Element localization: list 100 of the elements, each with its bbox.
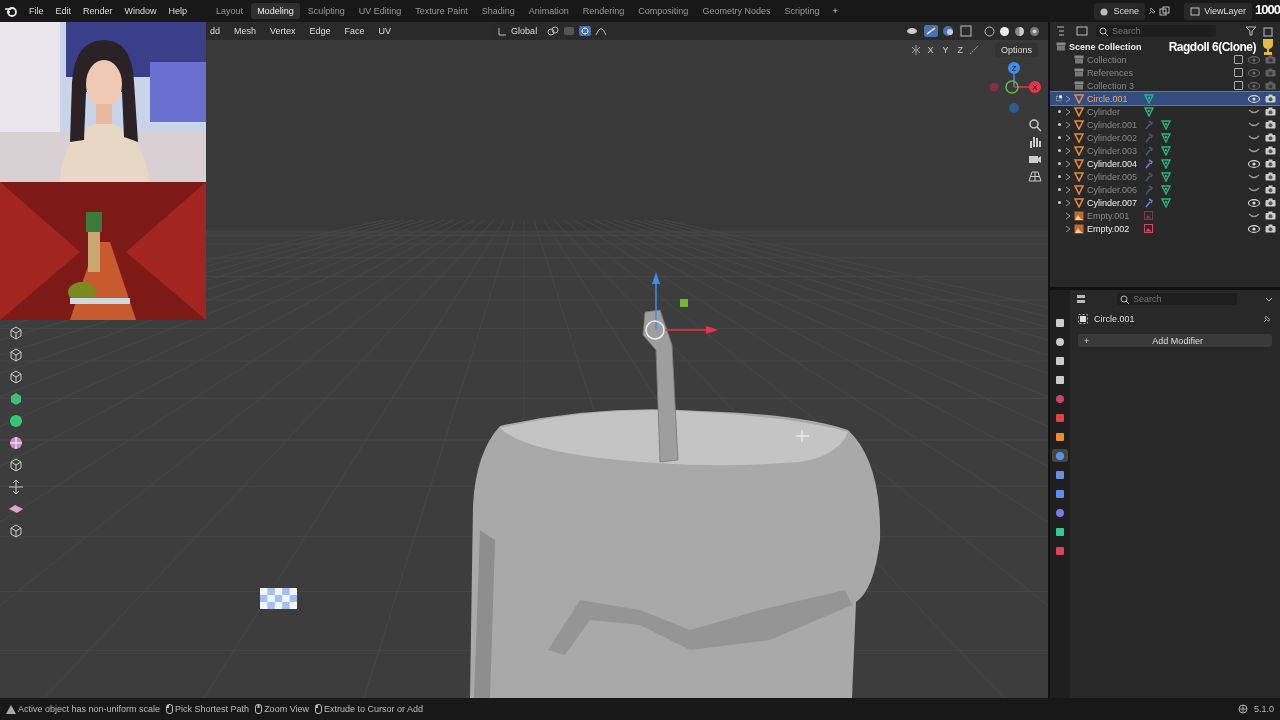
hidden-eye-icon[interactable]	[1248, 120, 1260, 129]
wireframe-shading-icon[interactable]	[984, 25, 995, 37]
hand-icon[interactable]	[1028, 135, 1042, 149]
transform-tool-icon[interactable]	[8, 479, 24, 495]
hidden-eye-icon[interactable]	[1248, 133, 1260, 142]
menu-item[interactable]: Help	[163, 4, 193, 18]
menu-item[interactable]: Window	[119, 4, 162, 18]
menu-item[interactable]: Vertex	[265, 24, 301, 38]
grid-icon[interactable]	[1028, 169, 1042, 183]
object-name[interactable]: Cylinder.002	[1087, 132, 1141, 143]
camera-icon[interactable]	[1265, 224, 1276, 233]
gizmo-toggle-icon[interactable]	[924, 25, 938, 37]
filter-image-icon[interactable]	[1076, 26, 1090, 36]
outliner-row[interactable]: Cylinder.002	[1050, 131, 1280, 144]
image-data-icon[interactable]	[1144, 224, 1153, 233]
mesh-data-icon[interactable]	[1161, 171, 1171, 182]
checkbox[interactable]	[1234, 55, 1243, 64]
view-layer-selector[interactable]: ViewLayer	[1184, 2, 1252, 20]
object-name[interactable]: Empty.001	[1087, 210, 1141, 221]
camera-icon[interactable]	[1265, 120, 1276, 129]
hidden-eye-icon[interactable]	[1248, 185, 1260, 194]
object-name[interactable]: Cylinder.004	[1087, 158, 1141, 169]
wrench-icon[interactable]	[1144, 197, 1153, 208]
proportional-edit-icon[interactable]	[579, 26, 592, 36]
render-shading-icon[interactable]	[1029, 25, 1040, 37]
mesh-data-icon[interactable]	[1144, 93, 1154, 104]
outliner-row[interactable]: Cylinder.001	[1050, 118, 1280, 131]
workspace-tab[interactable]: Shading	[475, 3, 521, 19]
eye-icon[interactable]	[1248, 94, 1260, 103]
solid-shading-icon[interactable]	[999, 25, 1010, 37]
object-name[interactable]: Collection 3	[1087, 80, 1141, 91]
link-icon[interactable]	[547, 26, 560, 36]
mirror-icon[interactable]	[911, 45, 922, 55]
workspace-tab[interactable]: Compositing	[632, 3, 695, 19]
scene-selector[interactable]: Scene	[1093, 2, 1146, 20]
cube-tool-icon[interactable]	[8, 391, 24, 407]
axis-toggle[interactable]: X	[924, 44, 937, 56]
add-workspace-button[interactable]: +	[827, 4, 843, 18]
object-name[interactable]: Cylinder.007	[1087, 197, 1141, 208]
workspace-tab[interactable]: Sculpting	[301, 3, 351, 19]
outliner-row[interactable]: Collection	[1050, 53, 1280, 66]
outliner-row[interactable]: Circle.001	[1050, 92, 1280, 105]
menu-item[interactable]: dd	[205, 24, 225, 38]
camera-icon[interactable]	[1265, 159, 1276, 168]
outliner-row[interactable]: Cylinder.004	[1050, 157, 1280, 170]
menu-item[interactable]: File	[24, 4, 49, 18]
object-name[interactable]: Cylinder	[1087, 106, 1141, 117]
outliner-row[interactable]: References	[1050, 66, 1280, 79]
object-name[interactable]: Collection	[1087, 54, 1141, 65]
mesh-data-icon[interactable]	[1161, 119, 1171, 130]
options-dropdown[interactable]: Options	[994, 43, 1038, 57]
object-name[interactable]: Cylinder.001	[1087, 119, 1141, 130]
falloff-curve-icon[interactable]	[595, 26, 608, 36]
outliner-row[interactable]: Cylinder.007	[1050, 196, 1280, 209]
workspace-tab[interactable]: Scripting	[778, 3, 826, 19]
new-collection-icon[interactable]	[1263, 25, 1274, 37]
hidden-eye-icon[interactable]	[1248, 211, 1260, 220]
xray-icon[interactable]	[960, 25, 972, 37]
cube-tool-icon[interactable]	[8, 325, 24, 341]
search-field[interactable]: Search	[1096, 25, 1216, 37]
outliner-row[interactable]: Cylinder	[1050, 105, 1280, 118]
search-field[interactable]: Search	[1117, 293, 1237, 305]
mesh-data-icon[interactable]	[1144, 106, 1154, 117]
menu-item[interactable]: UV	[373, 24, 397, 38]
mesh-data-icon[interactable]	[1161, 145, 1171, 156]
camera-icon[interactable]	[1265, 133, 1276, 142]
filter-icon[interactable]	[1245, 26, 1257, 36]
hidden-eye-icon[interactable]	[1248, 146, 1260, 155]
menu-item[interactable]: Mesh	[229, 24, 262, 38]
wrench-icon[interactable]	[1144, 158, 1153, 169]
outliner-row[interactable]: Empty.001	[1050, 209, 1280, 222]
eye-icon[interactable]	[1248, 159, 1260, 168]
mesh-data-icon[interactable]	[1161, 158, 1171, 169]
blender-logo-icon[interactable]	[4, 5, 18, 17]
workspace-tab[interactable]: Layout	[210, 3, 250, 19]
object-name[interactable]: Circle.001	[1087, 93, 1141, 104]
object-name[interactable]: Cylinder.006	[1087, 184, 1141, 195]
collection-name[interactable]: Scene Collection	[1069, 41, 1142, 52]
workspace-tab[interactable]: Rendering	[576, 3, 631, 19]
mesh-data-icon[interactable]	[1161, 132, 1171, 143]
object-name[interactable]: Empty.002	[1087, 223, 1141, 234]
camera-icon[interactable]	[1265, 146, 1276, 155]
navigation-gizmo-drawing[interactable]: Z X	[988, 60, 1042, 116]
axis-toggle[interactable]: Y	[939, 44, 952, 56]
mesh-data-icon[interactable]	[1161, 197, 1171, 208]
workspace-tab[interactable]: Modeling	[251, 3, 300, 19]
menu-item[interactable]: Edit	[50, 4, 77, 18]
workspace-tab[interactable]: Geometry Nodes	[696, 3, 777, 19]
object-name[interactable]: Cylinder.005	[1087, 171, 1141, 182]
outliner-row[interactable]: Cylinder.003	[1050, 144, 1280, 157]
camera-icon[interactable]	[1265, 107, 1276, 116]
workspace-tab[interactable]: Texture Paint	[409, 3, 474, 19]
camera-icon[interactable]	[1265, 94, 1276, 103]
copy-icon[interactable]	[1159, 6, 1171, 16]
cube-tool-icon[interactable]	[8, 347, 24, 363]
object-name[interactable]: References	[1087, 67, 1141, 78]
checkbox[interactable]	[1234, 68, 1243, 77]
move-gizmo-drawing[interactable]	[652, 272, 718, 334]
axis-toggle[interactable]: Z	[954, 44, 966, 56]
cube-tool-icon[interactable]	[8, 369, 24, 385]
